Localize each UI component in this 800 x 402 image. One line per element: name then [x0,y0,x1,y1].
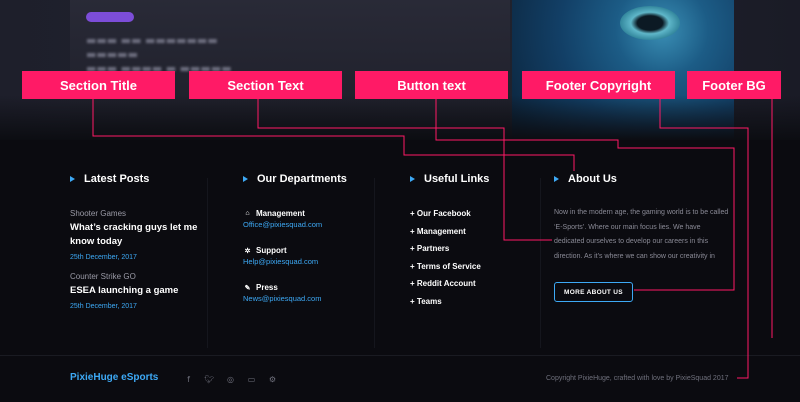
annotation-footer-bg: Footer BG [687,71,781,99]
annotation-footer-copyright: Footer Copyright [522,71,675,99]
section-text-pointer [257,99,552,241]
annotation-section-text: Section Text [189,71,342,99]
section-title-pointer [92,99,575,171]
annotation-lines [92,99,773,379]
footer-copyright-pointer [659,99,749,379]
annotation-button-text: Button text [355,71,508,99]
annotation-section-title: Section Title [22,71,175,99]
